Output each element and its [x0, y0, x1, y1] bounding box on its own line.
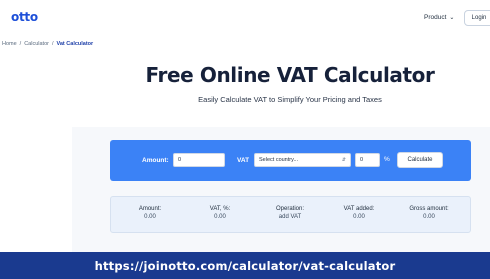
country-select-placeholder: Select country... [259, 157, 299, 163]
percent-label: % [384, 156, 390, 163]
login-button[interactable]: Login [464, 10, 490, 26]
amount-input[interactable]: 0 [173, 153, 225, 167]
result-vat-percent-label: VAT, %: [209, 206, 231, 212]
page-subtitle: Easily Calculate VAT to Simplify Your Pr… [198, 95, 382, 104]
breadcrumb-separator: / [51, 41, 54, 47]
breadcrumb-separator: / [19, 41, 22, 47]
result-vat-added-value: 0.00 [353, 214, 365, 220]
result-gross-amount-value: 0.00 [423, 214, 435, 220]
breadcrumb-current: Vat Calculator [56, 41, 94, 47]
breadcrumb-calculator[interactable]: Calculator [24, 41, 49, 47]
breadcrumb-home[interactable]: Home [2, 41, 17, 47]
result-amount-label: Amount: [138, 206, 162, 212]
result-vat-added-label: VAT added: [343, 206, 375, 212]
result-gross-amount-label: Gross amount: [409, 206, 449, 212]
result-operation-label: Operation: [275, 206, 305, 212]
vat-label: VAT [237, 157, 250, 164]
page-title: Free Online VAT Calculator [145, 63, 435, 87]
url-text: https://joinotto.com/calculator/vat-calc… [94, 258, 396, 273]
chevron-down-icon: ⌄ [449, 15, 455, 21]
product-menu-label: Product [424, 14, 447, 21]
result-vat-percent-value: 0.00 [214, 214, 226, 220]
result-operation-value: add VAT [278, 214, 302, 220]
vat-rate-input[interactable]: 0 [355, 153, 380, 167]
url-banner: https://joinotto.com/calculator/vat-calc… [0, 252, 490, 279]
breadcrumb: Home / Calculator / Vat Calculator [2, 41, 93, 47]
calculate-button[interactable]: Calculate [397, 152, 443, 168]
country-select[interactable]: Select country... ⇵ [254, 153, 351, 167]
amount-label: Amount: [142, 157, 169, 164]
result-amount-value: 0.00 [144, 214, 156, 220]
product-menu[interactable]: Product ⌄ [424, 14, 454, 21]
updown-arrows-icon: ⇵ [341, 157, 346, 163]
top-navbar: otto Product ⌄ Login [0, 0, 490, 38]
otto-logo[interactable]: otto [11, 10, 38, 24]
